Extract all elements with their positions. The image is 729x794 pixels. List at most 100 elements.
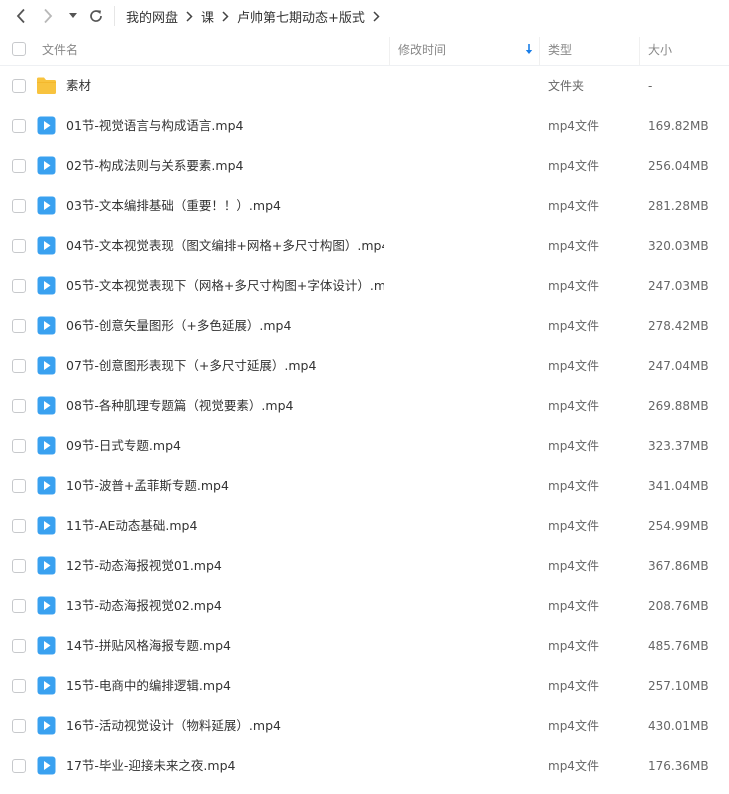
chevron-right-icon xyxy=(186,10,193,22)
video-file-icon xyxy=(37,396,56,415)
row-checkbox[interactable] xyxy=(12,359,26,373)
file-name[interactable]: 14节-拼贴风格海报专题.mp4 xyxy=(66,626,231,666)
file-size: 323.37MB xyxy=(648,439,709,453)
file-size: 367.86MB xyxy=(648,559,709,573)
file-size: 269.88MB xyxy=(648,399,709,413)
row-checkbox[interactable] xyxy=(12,559,26,573)
file-row[interactable]: 13节-动态海报视觉02.mp4 mp4文件 208.76MB xyxy=(0,586,729,626)
file-name[interactable]: 04节-文本视觉表现（图文编排+网格+多尺寸构图）.mp4 xyxy=(66,226,384,266)
caret-down-icon xyxy=(69,13,77,18)
file-name[interactable]: 09节-日式专题.mp4 xyxy=(66,426,181,466)
file-row[interactable]: 10节-波普+孟菲斯专题.mp4 mp4文件 341.04MB xyxy=(0,466,729,506)
file-row[interactable]: 14节-拼贴风格海报专题.mp4 mp4文件 485.76MB xyxy=(0,626,729,666)
row-checkbox[interactable] xyxy=(12,399,26,413)
file-row[interactable]: 01节-视觉语言与构成语言.mp4 mp4文件 169.82MB xyxy=(0,106,729,146)
file-row[interactable]: 04节-文本视觉表现（图文编排+网格+多尺寸构图）.mp4 mp4文件 320.… xyxy=(0,226,729,266)
history-dropdown-button[interactable] xyxy=(66,6,80,26)
row-checkbox[interactable] xyxy=(12,639,26,653)
file-row[interactable]: 03节-文本编排基础（重要！！）.mp4 mp4文件 281.28MB xyxy=(0,186,729,226)
file-row[interactable]: 02节-构成法则与关系要素.mp4 mp4文件 256.04MB xyxy=(0,146,729,186)
file-size: 254.99MB xyxy=(648,519,709,533)
file-name[interactable]: 13节-动态海报视觉02.mp4 xyxy=(66,586,222,626)
sort-desc-icon[interactable] xyxy=(525,33,533,65)
video-file-icon xyxy=(37,476,56,495)
column-header-type[interactable]: 类型 xyxy=(548,33,572,65)
file-row[interactable]: 15节-电商中的编排逻辑.mp4 mp4文件 257.10MB xyxy=(0,666,729,706)
video-file-icon xyxy=(37,196,56,215)
refresh-icon xyxy=(90,10,102,22)
row-checkbox[interactable] xyxy=(12,319,26,333)
file-name[interactable]: 10节-波普+孟菲斯专题.mp4 xyxy=(66,466,229,506)
file-name[interactable]: 素材 xyxy=(66,66,91,106)
chevron-right-icon xyxy=(222,10,229,22)
file-row[interactable]: 07节-创意图形表现下（+多尺寸延展）.mp4 mp4文件 247.04MB xyxy=(0,346,729,386)
video-file-icon xyxy=(37,276,56,295)
file-name[interactable]: 12节-动态海报视觉01.mp4 xyxy=(66,546,222,586)
back-button[interactable] xyxy=(11,6,31,26)
file-name[interactable]: 02节-构成法则与关系要素.mp4 xyxy=(66,146,243,186)
file-size: 208.76MB xyxy=(648,599,709,613)
row-checkbox[interactable] xyxy=(12,439,26,453)
file-name[interactable]: 07节-创意图形表现下（+多尺寸延展）.mp4 xyxy=(66,346,316,386)
refresh-button[interactable] xyxy=(86,6,106,26)
file-type: mp4文件 xyxy=(548,599,599,613)
file-size: 247.04MB xyxy=(648,359,709,373)
folder-row[interactable]: 素材 文件夹 - xyxy=(0,66,729,106)
forward-button[interactable] xyxy=(38,6,58,26)
file-name[interactable]: 08节-各种肌理专题篇（视觉要素）.mp4 xyxy=(66,386,293,426)
row-checkbox[interactable] xyxy=(12,239,26,253)
file-row[interactable]: 11节-AE动态基础.mp4 mp4文件 254.99MB xyxy=(0,506,729,546)
file-name[interactable]: 17节-毕业-迎接未来之夜.mp4 xyxy=(66,746,235,786)
column-header-name[interactable]: 文件名 xyxy=(42,33,78,65)
file-type: mp4文件 xyxy=(548,439,599,453)
chevron-left-icon xyxy=(16,8,25,24)
file-name[interactable]: 11节-AE动态基础.mp4 xyxy=(66,506,197,546)
breadcrumb-item-root[interactable]: 我的网盘 xyxy=(126,7,178,26)
file-size: 281.28MB xyxy=(648,199,709,213)
row-checkbox[interactable] xyxy=(12,759,26,773)
column-header-size[interactable]: 大小 xyxy=(648,33,672,65)
file-name[interactable]: 05节-文本视觉表现下（网格+多尺寸构图+字体设计）.m... xyxy=(66,266,384,306)
row-checkbox[interactable] xyxy=(12,199,26,213)
file-row[interactable]: 12节-动态海报视觉01.mp4 mp4文件 367.86MB xyxy=(0,546,729,586)
file-size: 257.10MB xyxy=(648,679,709,693)
file-size: 341.04MB xyxy=(648,479,709,493)
file-row[interactable]: 09节-日式专题.mp4 mp4文件 323.37MB xyxy=(0,426,729,466)
file-type: mp4文件 xyxy=(548,479,599,493)
file-name[interactable]: 15节-电商中的编排逻辑.mp4 xyxy=(66,666,231,706)
file-name[interactable]: 01节-视觉语言与构成语言.mp4 xyxy=(66,106,243,146)
row-checkbox[interactable] xyxy=(12,79,26,93)
breadcrumb-item-course[interactable]: 课 xyxy=(201,7,214,26)
row-checkbox[interactable] xyxy=(12,119,26,133)
file-row[interactable]: 05节-文本视觉表现下（网格+多尺寸构图+字体设计）.m... mp4文件 24… xyxy=(0,266,729,306)
file-size: 256.04MB xyxy=(648,159,709,173)
file-type: mp4文件 xyxy=(548,239,599,253)
file-row[interactable]: 17节-毕业-迎接未来之夜.mp4 mp4文件 176.36MB xyxy=(0,746,729,786)
file-type: mp4文件 xyxy=(548,279,599,293)
file-name[interactable]: 06节-创意矢量图形（+多色延展）.mp4 xyxy=(66,306,291,346)
video-file-icon xyxy=(37,116,56,135)
video-file-icon xyxy=(37,556,56,575)
file-type: mp4文件 xyxy=(548,559,599,573)
row-checkbox[interactable] xyxy=(12,479,26,493)
breadcrumb-item-current[interactable]: 卢帅第七期动态+版式 xyxy=(237,7,365,26)
row-checkbox[interactable] xyxy=(12,679,26,693)
video-file-icon xyxy=(37,716,56,735)
file-size: 485.76MB xyxy=(648,639,709,653)
row-checkbox[interactable] xyxy=(12,719,26,733)
row-checkbox[interactable] xyxy=(12,519,26,533)
file-name[interactable]: 16节-活动视觉设计（物料延展）.mp4 xyxy=(66,706,281,746)
file-row[interactable]: 08节-各种肌理专题篇（视觉要素）.mp4 mp4文件 269.88MB xyxy=(0,386,729,426)
video-file-icon xyxy=(37,516,56,535)
file-row[interactable]: 06节-创意矢量图形（+多色延展）.mp4 mp4文件 278.42MB xyxy=(0,306,729,346)
select-all-checkbox[interactable] xyxy=(12,42,26,56)
row-checkbox[interactable] xyxy=(12,159,26,173)
row-checkbox[interactable] xyxy=(12,599,26,613)
file-name[interactable]: 03节-文本编排基础（重要！！）.mp4 xyxy=(66,186,281,226)
column-header-modified[interactable]: 修改时间 xyxy=(398,33,446,65)
row-checkbox[interactable] xyxy=(12,279,26,293)
file-type: mp4文件 xyxy=(548,719,599,733)
video-file-icon xyxy=(37,356,56,375)
video-file-icon xyxy=(37,316,56,335)
file-row[interactable]: 16节-活动视觉设计（物料延展）.mp4 mp4文件 430.01MB xyxy=(0,706,729,746)
